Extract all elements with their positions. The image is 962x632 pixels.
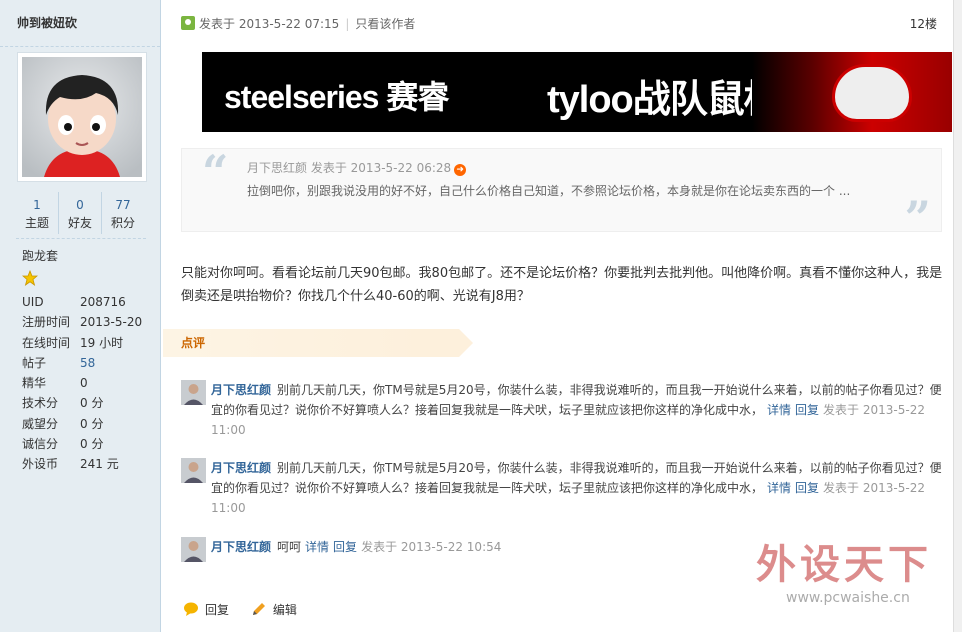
comment-detail-link[interactable]: 详情 (305, 540, 329, 554)
commenter-avatar[interactable] (181, 537, 206, 562)
info-key: 技术分 (22, 396, 59, 411)
site-watermark: 外设天下 www.pcwaishe.cn (756, 532, 956, 622)
info-value: 0 分 (80, 437, 104, 452)
watermark-title: 外设天下 (756, 542, 932, 588)
edit-label: 编辑 (272, 603, 297, 617)
stat-label: 主题 (24, 216, 49, 230)
info-key: 在线时间 (22, 335, 71, 350)
post-date: 发表于 2013-5-22 07:15 (199, 17, 340, 31)
only-author-link[interactable]: 只看该作者 (355, 17, 415, 31)
sidebar-divider (16, 238, 146, 239)
pencil-icon (252, 603, 265, 615)
comments-header: 点评 (163, 329, 473, 357)
quote-meta: 月下思红颜 发表于 2013-5-22 06:28 ➜ (247, 159, 467, 176)
comment-body: 月下思红颜 别前几天前几天，你TM号就是5月20号，你装什么装，非得我说难听的，而… (211, 380, 946, 440)
info-value-posts-link[interactable]: 58 (80, 353, 95, 373)
stat-label: 积分 (110, 216, 135, 230)
stat-topics[interactable]: 1 主题 (16, 192, 58, 234)
info-key: 诚信分 (22, 437, 59, 452)
comment-reply-link[interactable]: 回复 (795, 481, 819, 495)
info-row-prestige: 威望分 0 分 (22, 414, 152, 434)
goto-quote-icon[interactable]: ➜ (454, 164, 467, 176)
info-row-register: 注册时间 2013-5-20 (22, 312, 152, 332)
comment-date: 发表于 2013-5-22 10:54 (361, 540, 502, 554)
info-value: 19 小时 (80, 335, 124, 350)
reply-button[interactable]: 回复 (183, 602, 230, 617)
commenter-avatar[interactable] (181, 458, 206, 483)
post-header: 发表于 2013-5-22 07:15 | 只看该作者 (181, 14, 415, 34)
edit-button[interactable]: 编辑 (251, 603, 297, 617)
person-photo-icon (181, 537, 206, 562)
comment-detail-link[interactable]: 详情 (767, 481, 791, 495)
stat-friends[interactable]: 0 好友 (58, 192, 101, 234)
banner-brand-text: steelseries 赛睿 (224, 79, 449, 115)
info-value: 0 (80, 376, 88, 391)
floor-number[interactable]: 12楼 (910, 14, 937, 34)
info-row-posts: 帖子 58 (22, 353, 152, 373)
separator: | (345, 17, 350, 31)
author-stats: 1 主题 0 好友 77 积分 (16, 192, 144, 234)
vertical-scrollbar[interactable] (953, 0, 962, 632)
info-row-digest: 精华 0 (22, 373, 152, 393)
cartoon-avatar-icon (22, 57, 142, 177)
info-key: 精华 (22, 376, 47, 391)
close-quote-icon: ” (904, 191, 931, 245)
comment-body: 月下思红颜 别前几天前几天，你TM号就是5月20号，你装什么装，非得我说难听的，而… (211, 458, 946, 518)
info-row-credit: 诚信分 0 分 (22, 434, 152, 454)
author-avatar[interactable] (17, 52, 147, 182)
stat-value: 77 (115, 198, 131, 212)
comment-author[interactable]: 月下思红颜 (211, 461, 271, 475)
post-content: 发表于 2013-5-22 07:15 | 只看该作者 12楼 steelserie… (161, 0, 962, 632)
comment-author[interactable]: 月下思红颜 (211, 540, 271, 554)
author-info: UID 208716 注册时间 2013-5-20 在线时间 19 小时 帖子 58 精… (22, 292, 152, 475)
info-value: 208716 (80, 295, 126, 309)
comment-reply-link[interactable]: 回复 (795, 403, 819, 417)
info-value: 2013-5-20 (80, 315, 143, 330)
person-photo-icon (181, 380, 206, 405)
info-row-online: 在线时间 19 小时 (22, 333, 152, 353)
stat-label: 好友 (67, 216, 92, 230)
comment-reply-link[interactable]: 回复 (333, 540, 357, 554)
info-value: 241 元 (80, 457, 119, 472)
stat-value: 0 (76, 198, 84, 212)
speech-bubble-icon (184, 602, 198, 616)
quote-author: 月下思红颜 (247, 161, 308, 175)
open-quote-icon: “ (202, 145, 229, 199)
banner-team-text: tyloo战队鼠标 (547, 79, 782, 121)
info-key: 帖子 (22, 355, 47, 370)
post-actions: 回复 编辑 (183, 600, 297, 620)
info-key: 外设币 (22, 457, 59, 472)
info-key: UID (22, 295, 44, 309)
author-sidebar: 帅到被妞砍 1 主题 0 好友 77 积分 跑龙套 UID 208716 注册时… (0, 0, 161, 632)
commenter-avatar[interactable] (181, 380, 206, 405)
quote-date: 发表于 2013-5-22 06:28 (310, 161, 452, 175)
reply-label: 回复 (205, 603, 230, 617)
stat-value: 1 (33, 198, 41, 212)
signature-banner[interactable]: steelseries 赛睿 tyloo战队鼠标 (202, 52, 952, 132)
quote-block: “ 月下思红颜 发表于 2013-5-22 06:28 ➜ 拉倒吧你，别跟我说没用… (181, 145, 942, 241)
quote-text: 拉倒吧你，别跟我说没用的好不好，自己什么价格自己知道，不参照论坛价格，本身就是你… (247, 184, 851, 198)
info-value: 0 分 (80, 396, 104, 411)
comment-text: 呵呵 (277, 540, 302, 554)
info-value: 0 分 (80, 416, 104, 431)
star-icon (22, 270, 38, 286)
post-message: 只能对你呵呵。看看论坛前几天90包邮。我80包邮了。还不是论坛价格？你要批判去批… (181, 266, 943, 304)
author-username[interactable]: 帅到被妞砍 (0, 0, 160, 47)
online-status-icon (181, 16, 195, 30)
info-key: 注册时间 (22, 315, 71, 330)
info-row-coins: 外设币 241 元 (22, 454, 152, 474)
comment-author[interactable]: 月下思红颜 (211, 383, 271, 397)
person-photo-icon (181, 458, 206, 483)
stat-points[interactable]: 77 积分 (101, 192, 144, 234)
info-key: 威望分 (22, 416, 59, 431)
watermark-url: www.pcwaishe.cn (786, 590, 910, 606)
info-row-tech: 技术分 0 分 (22, 393, 152, 413)
comment-detail-link[interactable]: 详情 (767, 403, 791, 417)
author-rank[interactable]: 跑龙套 (22, 247, 58, 264)
mouse-image-icon (832, 64, 912, 122)
info-row-uid: UID 208716 (22, 292, 152, 312)
